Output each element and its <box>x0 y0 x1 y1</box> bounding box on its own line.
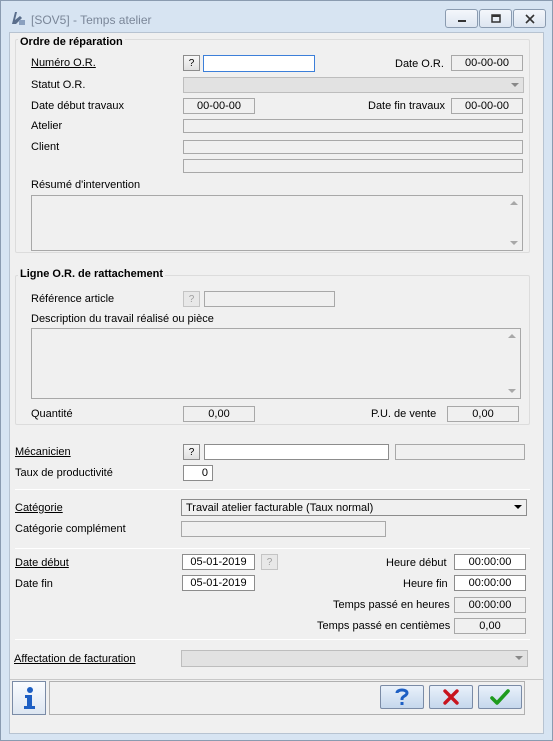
title-bar: [SOV5] - Temps atelier <box>1 1 552 31</box>
reference-article-help-button: ? <box>183 291 200 307</box>
temps-passe-centiemes-field: 0,00 <box>454 618 526 634</box>
maximize-icon <box>490 13 501 23</box>
scroll-down-icon <box>508 389 516 393</box>
date-debut-travaux-label: Date début travaux <box>31 100 124 112</box>
chevron-down-icon <box>511 83 519 87</box>
mecanicien-help-button[interactable]: ? <box>183 444 200 460</box>
categorie-label: Catégorie <box>15 502 63 514</box>
categorie-complement-label: Catégorie complément <box>15 523 126 535</box>
affectation-facturation-label: Affectation de facturation <box>14 653 136 665</box>
chevron-down-icon <box>515 656 523 660</box>
minimize-icon <box>457 19 466 22</box>
close-button[interactable] <box>513 9 546 28</box>
categorie-value: Travail atelier facturable (Taux normal) <box>186 501 374 514</box>
quantite-label: Quantité <box>31 408 73 420</box>
separator <box>15 639 530 640</box>
statut-or-select[interactable] <box>183 77 524 93</box>
description-scrollbar <box>505 329 520 398</box>
red-x-icon <box>443 689 459 705</box>
window: [SOV5] - Temps atelier Ordre de réparati… <box>0 0 553 741</box>
info-icon <box>24 687 35 709</box>
categorie-complement-field <box>181 521 386 537</box>
separator <box>15 548 530 549</box>
scroll-up-icon <box>510 201 518 205</box>
maximize-button[interactable] <box>479 9 512 28</box>
temps-passe-heures-field: 00:00:00 <box>454 597 526 613</box>
date-fin-travaux-label: Date fin travaux <box>368 100 446 112</box>
chevron-down-icon <box>514 505 522 509</box>
separator <box>15 489 530 490</box>
resume-scrollbar <box>507 196 522 250</box>
atelier-field <box>183 119 523 133</box>
heure-fin-input[interactable]: 00:00:00 <box>454 575 526 591</box>
quantite-field: 0,00 <box>183 406 255 422</box>
description-label: Description du travail réalisé ou pièce <box>31 313 214 325</box>
date-fin-travaux-field: 00-00-00 <box>451 98 523 114</box>
taux-productivite-input[interactable]: 0 <box>183 465 213 481</box>
ordre-section-title: Ordre de réparation <box>18 36 125 48</box>
date-or-label: Date O.R. <box>395 58 444 70</box>
numero-or-label: Numéro O.R. <box>31 57 96 69</box>
minimize-button[interactable] <box>445 9 478 28</box>
mecanicien-label: Mécanicien <box>15 446 71 458</box>
description-textarea <box>31 328 521 399</box>
ligne-section-title: Ligne O.R. de rattachement <box>18 268 166 280</box>
reference-article-label: Référence article <box>31 293 115 305</box>
mecanicien-input[interactable] <box>204 444 389 460</box>
help-button[interactable] <box>380 685 424 709</box>
heure-debut-label: Heure début <box>386 557 447 569</box>
pu-vente-field: 0,00 <box>447 406 519 422</box>
resume-intervention-textarea <box>31 195 523 251</box>
app-icon <box>10 10 26 26</box>
green-check-icon <box>490 689 510 705</box>
form-area: Ordre de réparation Numéro O.R. ? Date O… <box>9 32 544 734</box>
ok-button[interactable] <box>478 685 522 709</box>
temps-passe-centiemes-label: Temps passé en centièmes <box>317 620 451 632</box>
statut-or-label: Statut O.R. <box>31 79 86 91</box>
date-debut-label: Date début <box>15 557 69 569</box>
mecanicien-name-field <box>395 444 525 460</box>
date-or-field: 00-00-00 <box>451 55 523 71</box>
heure-fin-label: Heure fin <box>403 578 448 590</box>
reference-article-field <box>204 291 335 307</box>
numero-or-help-button[interactable]: ? <box>183 55 200 71</box>
heure-debut-input[interactable]: 00:00:00 <box>454 554 526 570</box>
resume-intervention-label: Résumé d'intervention <box>31 179 141 191</box>
date-debut-input[interactable]: 05-01-2019 <box>182 554 255 570</box>
date-fin-label: Date fin <box>15 578 53 590</box>
affectation-facturation-select[interactable] <box>181 650 528 667</box>
client-field-2 <box>183 159 523 173</box>
date-debut-travaux-field: 00-00-00 <box>183 98 255 114</box>
pu-vente-label: P.U. de vente <box>371 408 437 420</box>
scroll-down-icon <box>510 241 518 245</box>
client-field <box>183 140 523 154</box>
date-fin-input[interactable]: 05-01-2019 <box>182 575 255 591</box>
question-icon <box>395 688 409 705</box>
taux-productivite-label: Taux de productivité <box>15 467 113 479</box>
atelier-label: Atelier <box>31 120 63 132</box>
numero-or-input[interactable] <box>203 55 315 72</box>
window-title: [SOV5] - Temps atelier <box>31 13 152 27</box>
client-label: Client <box>31 141 60 153</box>
close-icon <box>524 13 535 24</box>
cancel-button[interactable] <box>429 685 473 709</box>
temps-passe-heures-label: Temps passé en heures <box>333 599 450 611</box>
date-debut-help-button: ? <box>261 554 278 570</box>
scroll-up-icon <box>508 334 516 338</box>
info-button[interactable] <box>12 681 46 715</box>
categorie-select[interactable]: Travail atelier facturable (Taux normal) <box>181 499 527 516</box>
